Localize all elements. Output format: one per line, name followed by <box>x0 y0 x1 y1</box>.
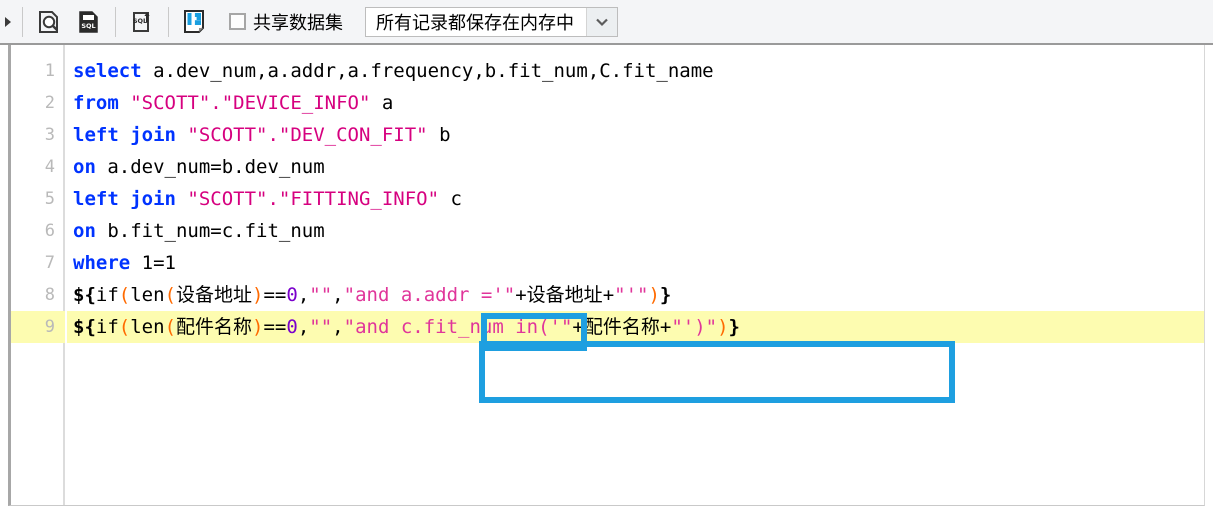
code-token: "')" <box>671 316 718 338</box>
code-token: ) <box>252 284 264 306</box>
code-token: a.dev_num=b.dev_num <box>95 156 325 178</box>
code-token: "SCOTT"."DEV_CON_FIT" <box>187 124 428 146</box>
sql-preview-icon[interactable] <box>32 5 66 39</box>
code-token: + <box>572 316 584 338</box>
line-number: 3 <box>44 125 55 145</box>
toolbar-divider <box>115 6 116 37</box>
toolbar-collapse-arrow-icon[interactable] <box>0 0 16 44</box>
code-token: left join <box>73 124 176 146</box>
code-token: ( <box>118 316 131 338</box>
code-token: ) <box>717 316 729 338</box>
code-token: 设备地址 <box>176 284 253 306</box>
storage-mode-combobox[interactable]: 所有记录都保存在内存中 <box>365 6 618 37</box>
line-number: 6 <box>44 221 55 241</box>
code-line[interactable]: left join "SCOTT"."FITTING_INFO" c <box>67 183 1204 215</box>
code-line[interactable]: ${if(len(设备地址)==0,"","and a.addr ='"+设备地… <box>67 279 1204 311</box>
code-token: ) <box>648 284 660 306</box>
code-token: c <box>439 188 462 210</box>
code-token: ( <box>164 284 177 306</box>
code-token: a <box>370 92 394 114</box>
code-token: b.fit_num=c.fit_num <box>95 220 325 242</box>
code-token: , <box>297 284 310 306</box>
code-token: "SCOTT"."FITTING_INFO" <box>187 188 440 210</box>
code-token: on <box>73 220 96 242</box>
line-number: 1 <box>44 61 55 81</box>
storage-mode-value: 所有记录都保存在内存中 <box>366 7 586 36</box>
code-token: if <box>95 316 119 338</box>
code-line[interactable]: select a.dev_num,a.addr,a.frequency,b.fi… <box>67 55 1204 87</box>
code-token: len <box>130 284 165 306</box>
code-token: ( <box>164 316 177 338</box>
code-token: 1=1 <box>141 252 176 274</box>
code-token: "" <box>309 284 333 306</box>
code-token: ${ <box>73 284 96 306</box>
code-token: left join <box>73 188 176 210</box>
toolbar-divider <box>22 6 23 37</box>
line-number: 9 <box>44 317 55 337</box>
code-token: "'" <box>614 284 649 306</box>
code-token: ( <box>118 284 131 306</box>
line-number: 5 <box>44 189 55 209</box>
code-token: } <box>659 284 672 306</box>
save-dataset-icon[interactable] <box>178 5 212 39</box>
code-token: 0 <box>286 316 298 338</box>
shared-dataset-checkbox[interactable] <box>229 13 246 30</box>
shared-dataset-label: 共享数据集 <box>253 12 343 34</box>
code-token: select <box>73 60 142 82</box>
code-token: 配件名称 <box>176 316 253 338</box>
code-token: ) <box>252 316 264 338</box>
code-area[interactable]: select a.dev_num,a.addr,a.frequency,b.fi… <box>67 45 1204 505</box>
code-token: , <box>332 316 344 338</box>
code-line[interactable]: where 1=1 <box>67 247 1204 279</box>
code-token: 设备地址 <box>526 284 603 306</box>
toolbar-divider <box>168 6 169 37</box>
code-token: len <box>130 316 165 338</box>
line-number: 8 <box>44 285 55 305</box>
code-token: == <box>263 316 287 338</box>
sql-edit-icon[interactable]: SQL <box>72 5 106 39</box>
code-token: from <box>73 92 119 114</box>
line-number-gutter: 1 2 3 4 5 6 7 8 9 <box>11 45 65 505</box>
code-token: , <box>332 284 344 306</box>
code-token: + <box>659 316 672 338</box>
code-token: where <box>73 252 131 274</box>
code-token: "and c.fit_num in('" <box>343 316 573 338</box>
code-line[interactable]: on a.dev_num=b.dev_num <box>67 151 1204 183</box>
code-token: on <box>73 156 96 178</box>
line-number: 7 <box>44 253 55 273</box>
code-token: ${ <box>73 316 96 338</box>
code-line[interactable]: on b.fit_num=c.fit_num <box>67 215 1204 247</box>
code-token: "and a.addr ='" <box>343 284 516 306</box>
code-token: 0 <box>286 284 298 306</box>
sql-editor[interactable]: 1 2 3 4 5 6 7 8 9 select a.dev_num,a.addr,a.freq… <box>8 45 1205 506</box>
code-token: == <box>263 284 287 306</box>
code-line[interactable]: from "SCOTT"."DEVICE_INFO" a <box>67 87 1204 119</box>
svg-text:SQL: SQL <box>133 17 147 25</box>
code-token: , <box>297 316 310 338</box>
code-token: + <box>602 284 615 306</box>
code-token: 配件名称 <box>583 316 660 338</box>
code-line[interactable]: left join "SCOTT"."DEV_CON_FIT" b <box>67 119 1204 151</box>
code-token: + <box>515 284 527 306</box>
shared-dataset-checkbox-group[interactable]: 共享数据集 <box>229 9 343 35</box>
code-token: b <box>427 124 451 146</box>
code-token: } <box>728 316 740 338</box>
code-token: "" <box>309 316 333 338</box>
svg-text:SQL: SQL <box>81 22 95 30</box>
line-number: 2 <box>44 93 55 113</box>
code-token: "SCOTT"."DEVICE_INFO" <box>130 92 371 114</box>
code-token: a.dev_num,a.addr,a.frequency,b.fit_num,C… <box>141 60 714 82</box>
sql-export-icon[interactable]: SQL <box>125 5 159 39</box>
code-token: if <box>95 284 119 306</box>
toolbar: SQL SQL 共享数据集 所有记录都保存在内存中 <box>0 0 1213 45</box>
chevron-down-icon[interactable] <box>586 7 617 36</box>
line-number: 4 <box>44 157 55 177</box>
code-line[interactable]: ${if(len(配件名称)==0,"","and c.fit_num in('… <box>67 311 1204 343</box>
